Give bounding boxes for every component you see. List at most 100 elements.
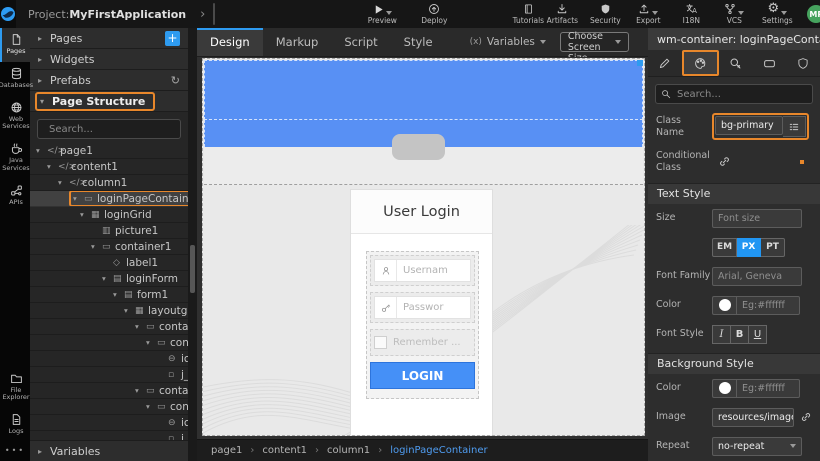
tab-events[interactable] (719, 50, 753, 76)
collapse-arrow-icon[interactable]: ▾ (80, 210, 91, 219)
font-size-input[interactable]: Font size (712, 209, 802, 228)
username-input[interactable]: Usernam (374, 259, 471, 282)
settings-button[interactable]: ⚙ Settings (760, 0, 794, 28)
tree-item-loginPageContainer[interactable]: ▾▭loginPageContainer (30, 191, 188, 207)
font-family-input[interactable]: Arial, Geneva (712, 267, 802, 286)
bg-repeat-select[interactable]: no-repeat (712, 437, 802, 456)
refresh-icon[interactable]: ↻ (171, 74, 180, 87)
bind-link-icon[interactable] (800, 411, 812, 423)
tutorials-button[interactable]: Tutorials (511, 0, 545, 28)
rail-item-databases[interactable]: Databases (0, 62, 30, 96)
i18n-button[interactable]: A I18N (674, 0, 708, 28)
rail-item-file-explorer[interactable]: File Explorer (0, 367, 30, 409)
wavemaker-logo[interactable] (0, 0, 16, 28)
variables-dropdown[interactable]: (x) Variables (470, 36, 546, 48)
section-page-structure[interactable]: ▾ Page Structure (30, 91, 188, 112)
rail-more-button[interactable]: ••• (0, 442, 30, 461)
tree-item-column1[interactable]: ▾</>column1 (30, 175, 188, 191)
collapse-arrow-icon[interactable]: ▾ (124, 306, 135, 315)
tree-item-label1[interactable]: ◇label1 (30, 255, 188, 271)
bold-button[interactable]: B (731, 325, 749, 344)
unit-px-button[interactable]: PX (737, 238, 761, 257)
class-name-input[interactable]: bg-primary (715, 116, 783, 135)
login-card[interactable]: User Login Usernam (350, 189, 493, 435)
page-tab-login[interactable]: Login (213, 3, 215, 25)
tree-item-layoutgrid2[interactable]: ▾▦layoutgrid2 (30, 303, 188, 319)
section-pages[interactable]: ▸ Pages + (30, 28, 188, 49)
structure-search-input[interactable] (47, 123, 176, 136)
screen-size-select[interactable]: -- Choose Screen Size -- (560, 32, 629, 52)
add-page-button[interactable]: + (165, 31, 180, 46)
class-list-button[interactable] (783, 116, 806, 137)
tab-design[interactable]: Design (197, 28, 263, 56)
underline-button[interactable]: U (749, 325, 767, 344)
collapse-arrow-icon[interactable]: ▾ (146, 402, 157, 411)
properties-search[interactable] (655, 84, 813, 104)
collapse-arrow-icon[interactable]: ▾ (146, 338, 157, 347)
bind-link-icon[interactable] (718, 155, 731, 168)
rail-item-java-services[interactable]: Java Services (0, 137, 30, 179)
tree-item-containe[interactable]: ▾▭containe (30, 383, 188, 399)
collapse-arrow-icon[interactable]: ▾ (113, 290, 124, 299)
tree-item-content1[interactable]: ▾</>content1 (30, 159, 188, 175)
deploy-button[interactable]: Deploy (417, 0, 451, 28)
structure-search[interactable] (37, 119, 181, 139)
export-button[interactable]: Export (631, 0, 665, 28)
collapse-arrow-icon[interactable]: ▾ (102, 274, 113, 283)
breadcrumb-item-loginPageContainer[interactable]: loginPageContainer (390, 445, 487, 456)
tree-item-form1[interactable]: ▾▤form1 (30, 287, 188, 303)
user-avatar[interactable]: MP (807, 5, 820, 23)
rail-item-web-services[interactable]: Web Services (0, 96, 30, 138)
tab-style[interactable]: Style (391, 28, 446, 56)
collapse-arrow-icon[interactable]: ▾ (47, 162, 58, 171)
tree-item-con[interactable]: ▾▭con (30, 335, 188, 351)
tab-devices[interactable] (753, 50, 787, 76)
tree-item-page1[interactable]: ▾</>page1 (30, 143, 188, 159)
rail-item-logs[interactable]: Logs (0, 408, 30, 442)
login-button[interactable]: LOGIN (370, 362, 475, 389)
tab-markup[interactable]: Markup (263, 28, 332, 56)
unit-pt-button[interactable]: PT (761, 238, 785, 257)
tree-item-containe[interactable]: ▾▭containe (30, 319, 188, 335)
section-prefabs[interactable]: ▸ Prefabs ↻ (30, 70, 188, 91)
security-button[interactable]: Security (588, 0, 622, 28)
section-widgets[interactable]: ▸ Widgets (30, 49, 188, 70)
tree-item-ico[interactable]: ⊖ico (30, 415, 188, 431)
scrollbar-thumb[interactable] (190, 245, 195, 293)
collapse-arrow-icon[interactable]: ▾ (58, 178, 69, 187)
tab-properties[interactable] (648, 50, 682, 76)
tab-styles[interactable] (682, 50, 720, 76)
tab-security[interactable] (786, 50, 820, 76)
unit-em-button[interactable]: EM (712, 238, 737, 257)
rail-item-apis[interactable]: APIs (0, 179, 30, 213)
page-canvas[interactable]: User Login Usernam (202, 58, 645, 436)
tree-item-j_us[interactable]: ▫j_us (30, 367, 188, 383)
password-field-row[interactable]: Passwor (370, 292, 475, 323)
left-panel-scrollbar[interactable] (188, 28, 197, 461)
collapse-arrow-icon[interactable]: ▾ (73, 194, 84, 203)
collapse-arrow-icon[interactable]: ▾ (36, 146, 47, 155)
section-variables[interactable]: ▸ Variables (30, 440, 188, 461)
remember-checkbox[interactable] (374, 336, 387, 349)
bg-color-input[interactable]: Eg:#ffffff (736, 379, 800, 398)
preview-button[interactable]: Preview (365, 0, 399, 28)
bg-color-swatch-button[interactable] (712, 379, 736, 398)
tree-item-loginForm[interactable]: ▾▤loginForm (30, 271, 188, 287)
tree-item-picture1[interactable]: ▥picture1 (30, 223, 188, 239)
bg-image-input[interactable]: resources/images/im (712, 408, 794, 427)
collapse-arrow-icon[interactable]: ▾ (91, 242, 102, 251)
text-color-input[interactable]: Eg:#ffffff (736, 296, 800, 315)
header-blue-band[interactable] (204, 60, 643, 120)
rail-item-pages[interactable]: Pages (0, 28, 30, 62)
collapse-arrow-icon[interactable]: ▾ (135, 322, 146, 331)
tree-item-container1[interactable]: ▾▭container1 (30, 239, 188, 255)
breadcrumb-item-page1[interactable]: page1 (211, 445, 242, 456)
breadcrumb-item-content1[interactable]: content1 (262, 445, 307, 456)
password-input[interactable]: Passwor (374, 296, 471, 319)
properties-search-input[interactable] (675, 88, 807, 101)
tree-item-loginGrid[interactable]: ▾▦loginGrid (30, 207, 188, 223)
tree-item-con[interactable]: ▾▭con (30, 399, 188, 415)
artifacts-button[interactable]: Artifacts (545, 0, 579, 28)
login-form[interactable]: Usernam Passwor Remember ... (366, 251, 479, 399)
tab-script[interactable]: Script (331, 28, 390, 56)
